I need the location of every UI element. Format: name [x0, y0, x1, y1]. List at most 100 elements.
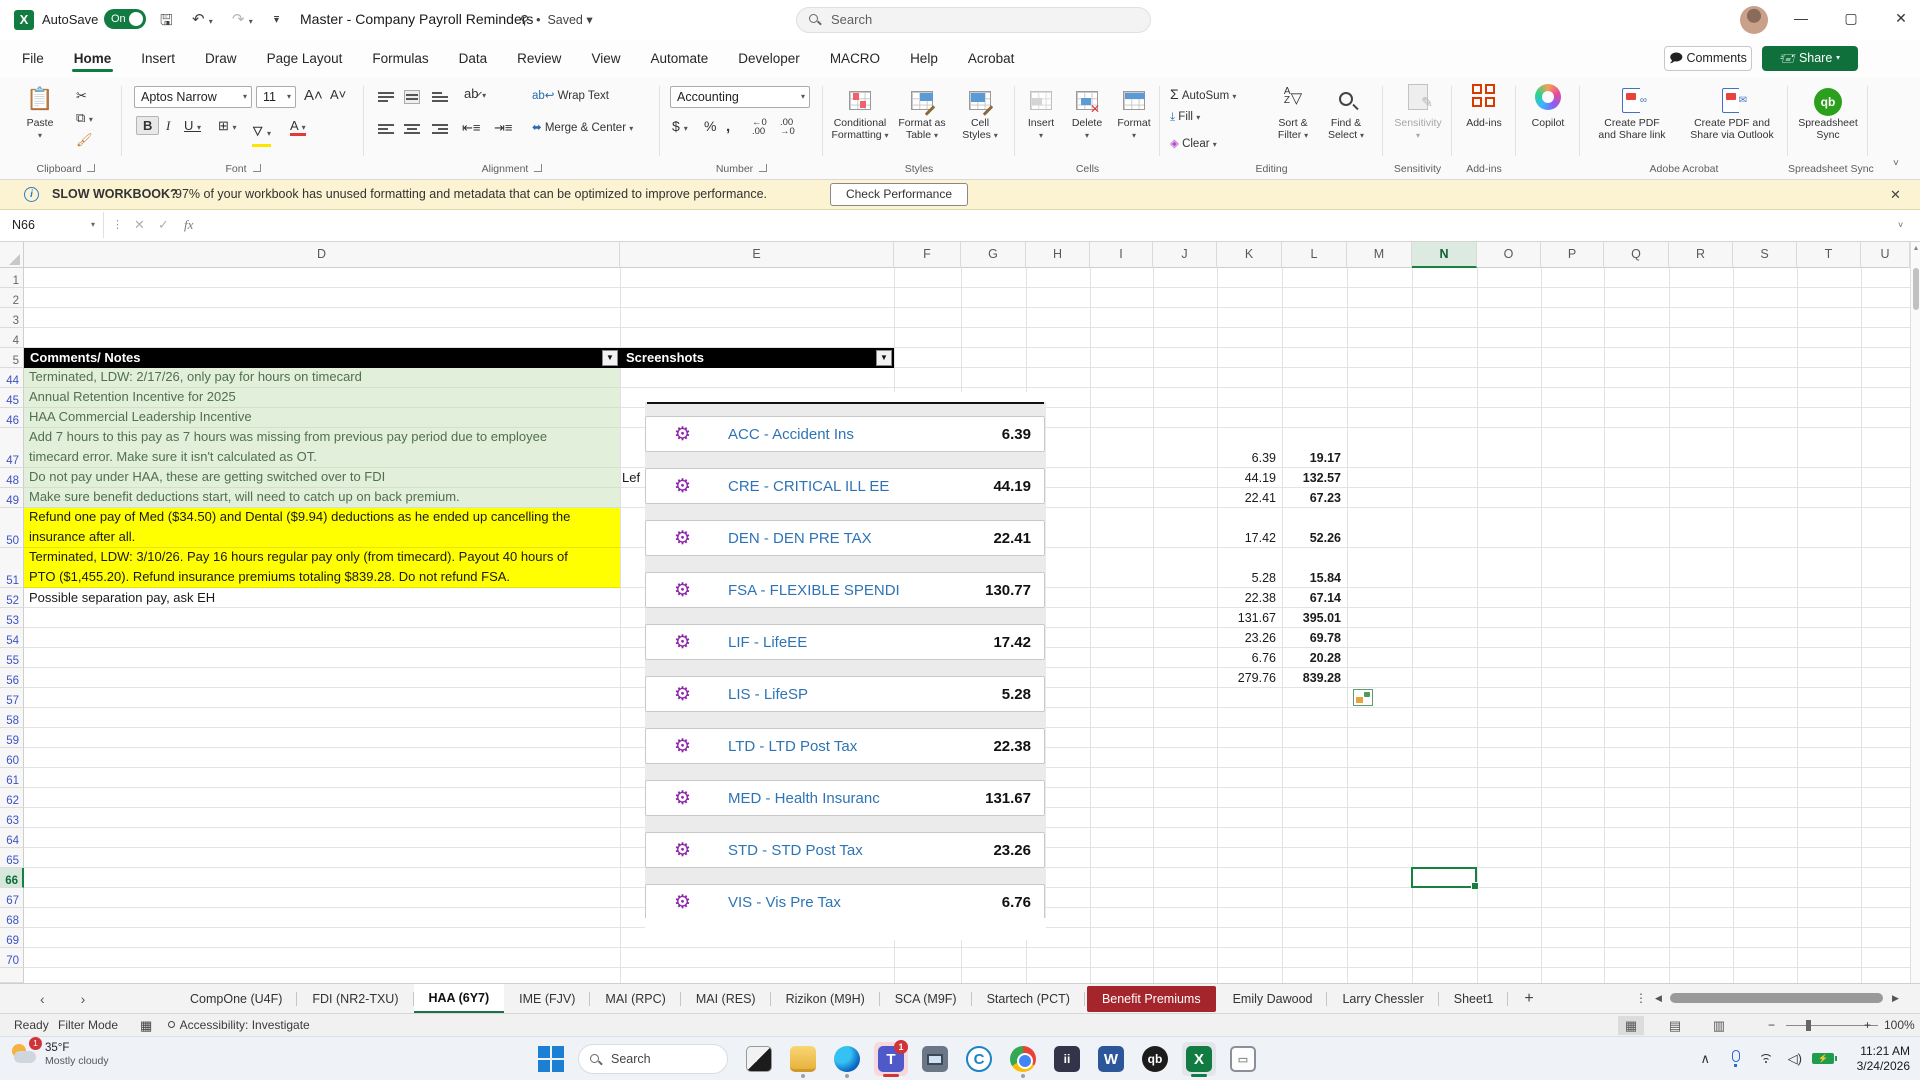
font-name-combo[interactable]: Aptos Narrow ▾ [134, 86, 252, 108]
scroll-up-icon[interactable]: ▲ [1912, 245, 1920, 252]
row-header-65[interactable]: 65 [0, 848, 24, 868]
page-break-view-button[interactable]: ▥ [1706, 1016, 1732, 1035]
cell-l48[interactable]: 132.57 [1282, 468, 1341, 488]
maximize-button[interactable]: ▢ [1836, 10, 1866, 27]
formula-bar-expand-icon[interactable]: ˅ [1898, 220, 1903, 230]
cut-icon[interactable]: ✂ [76, 88, 87, 104]
orientation-icon[interactable]: ab̷ ▾ [464, 86, 486, 101]
vertical-scroll-thumb[interactable] [1913, 268, 1919, 310]
insert-function-icon[interactable]: fx [184, 217, 193, 233]
font-color-icon[interactable]: A ▾ [290, 118, 306, 136]
sheet-tab-sca-m9f-[interactable]: SCA (M9F) [880, 984, 972, 1014]
row-header-64[interactable]: 64 [0, 828, 24, 848]
quickbooks-icon[interactable]: qb [1138, 1042, 1172, 1076]
row-header-48[interactable]: 48 [0, 468, 24, 488]
column-header-I[interactable]: I [1090, 242, 1153, 268]
cell-k50[interactable]: 17.42 [1217, 528, 1276, 548]
chrome-icon[interactable] [1006, 1042, 1040, 1078]
row-header-62[interactable]: 62 [0, 788, 24, 808]
row-header-52[interactable]: 52 [0, 588, 24, 608]
borders-icon[interactable]: ⊞ ▾ [218, 118, 237, 134]
sheet-tab-rizikon-m9h-[interactable]: Rizikon (M9H) [771, 984, 880, 1014]
column-header-H[interactable]: H [1026, 242, 1090, 268]
selected-cell-n66[interactable] [1411, 867, 1479, 890]
menu-tab-file[interactable]: File [10, 43, 56, 75]
row-header-3[interactable]: 3 [0, 308, 24, 328]
save-icon[interactable]: 🖫 [160, 10, 173, 35]
menu-tab-view[interactable]: View [579, 43, 632, 75]
zoom-slider-thumb[interactable] [1806, 1020, 1811, 1031]
start-button[interactable] [538, 1046, 564, 1072]
close-button[interactable]: ✕ [1886, 10, 1916, 27]
menu-tab-draw[interactable]: Draw [193, 43, 249, 75]
row-header-59[interactable]: 59 [0, 728, 24, 748]
wifi-icon[interactable] [1758, 1052, 1774, 1064]
row-header-46[interactable]: 46 [0, 408, 24, 428]
taskbar-search[interactable]: Search [578, 1044, 728, 1074]
share-button[interactable]: 🖅 Share ▾ [1762, 46, 1858, 71]
row-header-50[interactable]: 50 [0, 508, 24, 548]
align-center-icon[interactable] [404, 122, 420, 136]
tray-chevron-icon[interactable]: ∧ [1700, 1051, 1710, 1067]
autosum-button[interactable]: Σ AutoSum ▾ [1170, 86, 1236, 102]
column-header-P[interactable]: P [1541, 242, 1604, 268]
wrap-text-button[interactable]: ab↩ Wrap Text [532, 88, 609, 102]
note-cell-d51[interactable]: Terminated, LDW: 3/10/26. Pay 16 hours r… [24, 548, 620, 588]
copy-icon[interactable]: ⧉ ▾ [76, 110, 93, 126]
addins-button[interactable]: Add-ins [1458, 84, 1510, 129]
redo-icon[interactable]: ↷ ▾ [232, 10, 253, 28]
format-as-table-button[interactable]: Format as Table ▾ [893, 84, 951, 142]
cell-l47[interactable]: 19.17 [1282, 448, 1341, 468]
column-header-J[interactable]: J [1153, 242, 1217, 268]
bold-button[interactable]: B [136, 116, 160, 135]
number-dialog-launcher[interactable] [759, 164, 768, 172]
row-header-49[interactable]: 49 [0, 488, 24, 508]
menu-tab-formulas[interactable]: Formulas [360, 43, 440, 75]
enter-icon[interactable]: ✓ [158, 217, 169, 233]
create-pdf-outlook-button[interactable]: ✉ Create PDF and Share via Outlook [1680, 84, 1784, 141]
benefit-item[interactable]: ⚙ CRE - CRITICAL ILL EE 44.19 [645, 468, 1045, 504]
cell-l55[interactable]: 20.28 [1282, 648, 1341, 668]
decrease-indent-icon[interactable]: ⇤≡ [462, 120, 480, 136]
filter-dropdown-icon[interactable]: ▼ [602, 350, 618, 366]
paste-button[interactable]: 📋 Paste ▾ [12, 84, 68, 142]
sheet-tab-haa-6y7-[interactable]: HAA (6Y7) [413, 984, 505, 1014]
cell-k55[interactable]: 6.76 [1217, 648, 1276, 668]
row-header-67[interactable]: 67 [0, 888, 24, 908]
row-header-4[interactable]: 4 [0, 328, 24, 348]
menu-tab-page-layout[interactable]: Page Layout [255, 43, 355, 75]
column-header-O[interactable]: O [1477, 242, 1541, 268]
sheet-tab-compone-u4f-[interactable]: CompOne (U4F) [175, 984, 298, 1014]
row-header-54[interactable]: 54 [0, 628, 24, 648]
name-box[interactable]: N66 ▾ [0, 212, 104, 238]
tab-overflow-icon[interactable]: ⋮ [1635, 991, 1647, 1005]
note-cell-d45[interactable]: Annual Retention Incentive for 2025 [24, 388, 620, 408]
sheet-tab-emily-dawood[interactable]: Emily Dawood [1218, 984, 1328, 1014]
formula-input[interactable] [212, 212, 1892, 238]
column-header-K[interactable]: K [1217, 242, 1282, 268]
merge-center-button[interactable]: ⬌ Merge & Center ▾ [532, 120, 633, 134]
row-header-58[interactable]: 58 [0, 708, 24, 728]
cell-k56[interactable]: 279.76 [1217, 668, 1276, 688]
title-search-box[interactable]: Search [796, 7, 1151, 33]
benefit-item[interactable]: ⚙ FSA - FLEXIBLE SPENDI 130.77 [645, 572, 1045, 608]
horizontal-scroll-thumb[interactable] [1670, 993, 1883, 1003]
row-header-45[interactable]: 45 [0, 388, 24, 408]
cell-l56[interactable]: 839.28 [1282, 668, 1341, 688]
cell-styles-button[interactable]: Cell Styles ▾ [953, 84, 1007, 142]
column-header-M[interactable]: M [1347, 242, 1412, 268]
align-top-icon[interactable] [378, 90, 394, 104]
zoom-level[interactable]: 100% [1884, 1018, 1915, 1032]
collapse-ribbon-icon[interactable]: ˅ [1893, 158, 1899, 169]
row-header-68[interactable]: 68 [0, 908, 24, 928]
macro-record-icon[interactable]: ▦ [140, 1018, 152, 1034]
note-cell-d46[interactable]: HAA Commercial Leadership Incentive [24, 408, 620, 428]
word-icon[interactable]: W [1094, 1042, 1128, 1076]
benefit-item[interactable]: ⚙ LTD - LTD Post Tax 22.38 [645, 728, 1045, 764]
italic-button[interactable]: I [166, 118, 170, 134]
menu-tab-home[interactable]: Home [62, 43, 124, 75]
row-header-51[interactable]: 51 [0, 548, 24, 588]
column-header-F[interactable]: F [894, 242, 961, 268]
benefit-item[interactable]: ⚙ LIS - LifeSP 5.28 [645, 676, 1045, 712]
filter-dropdown-icon[interactable]: ▼ [876, 350, 892, 366]
